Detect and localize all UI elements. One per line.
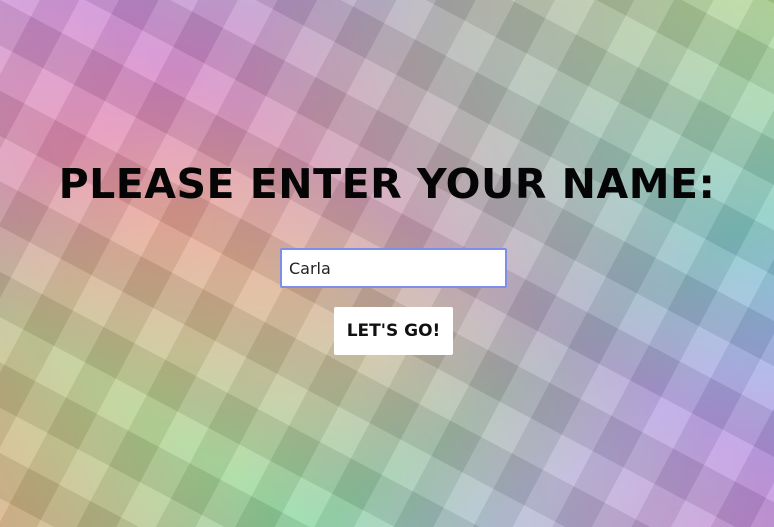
lets-go-button[interactable]: LET'S GO! xyxy=(334,307,453,355)
name-input[interactable] xyxy=(280,248,507,288)
page-title: PLEASE ENTER YOUR NAME: xyxy=(58,160,716,208)
name-entry-screen: PLEASE ENTER YOUR NAME: LET'S GO! xyxy=(0,0,774,527)
